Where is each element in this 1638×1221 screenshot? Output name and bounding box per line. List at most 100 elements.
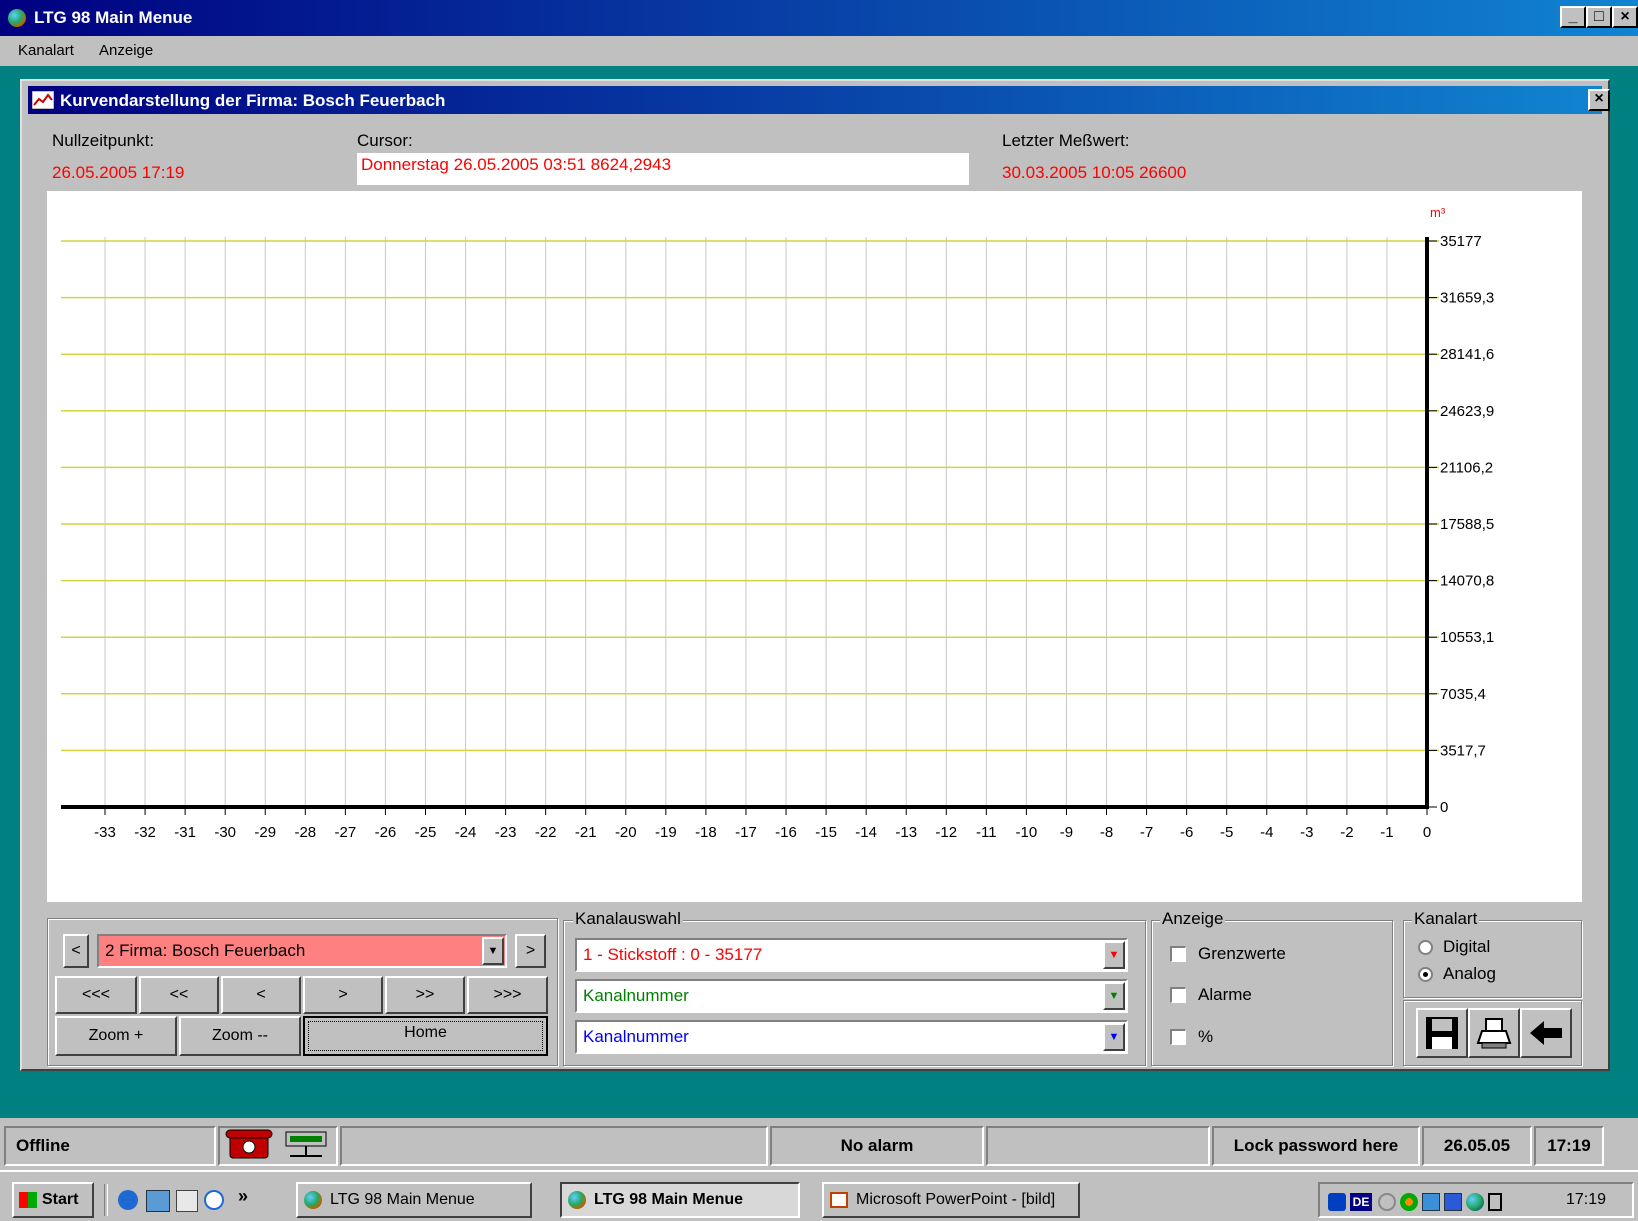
x-tick-label: -12 <box>935 824 957 841</box>
chevron-down-icon[interactable]: ▼ <box>1103 982 1125 1010</box>
x-tick-label: -28 <box>294 824 316 841</box>
maximize-button[interactable]: □ <box>1586 6 1612 28</box>
kanal1-value: 1 - Stickstoff : 0 - 35177 <box>583 945 763 964</box>
close-button[interactable]: × <box>1612 6 1638 28</box>
alarme-label: Alarme <box>1198 985 1252 1004</box>
minimize-button[interactable]: _ <box>1560 6 1586 28</box>
child-title-bar[interactable]: Kurvendarstellung der Firma: Bosch Feuer… <box>28 86 1610 114</box>
taskbar-ltg-2[interactable]: LTG 98 Main Menue <box>560 1182 800 1218</box>
back-button[interactable] <box>1520 1008 1572 1058</box>
x-tick-label: -25 <box>415 824 437 841</box>
x-tick-label: -22 <box>535 824 557 841</box>
media-player-icon[interactable] <box>204 1190 224 1210</box>
taskbar-ltg-2-label: LTG 98 Main Menue <box>594 1191 744 1208</box>
x-tick-label: -4 <box>1260 824 1273 841</box>
x-tick-label: -27 <box>335 824 357 841</box>
nav-forward-button[interactable]: > <box>303 976 383 1014</box>
start-label: Start <box>42 1191 79 1208</box>
zoom-out-button[interactable]: Zoom -- <box>179 1016 301 1056</box>
cursor-label: Cursor: <box>357 131 413 150</box>
app-title-bar[interactable]: LTG 98 Main Menue _ □ × <box>0 0 1638 36</box>
chart-svg: -33 -32 -31 -30 -29 -28 -27 -26 -25 -24 -23 -22 -21-… <box>61 205 1494 841</box>
status-no-alarm: No alarm <box>770 1126 984 1166</box>
child-close-button[interactable]: × <box>1588 89 1610 111</box>
chevron-down-icon[interactable]: ▼ <box>1103 941 1125 969</box>
cursor-value: Donnerstag 26.05.2005 03:51 8624,2943 <box>357 153 969 185</box>
status-date: 26.05.05 <box>1422 1126 1532 1166</box>
taskbar-powerpoint-label: Microsoft PowerPoint - [bild] <box>856 1191 1056 1208</box>
powerpoint-icon <box>830 1192 848 1208</box>
ltg-globe-icon <box>568 1191 586 1209</box>
tray-network-icon[interactable] <box>1378 1193 1396 1211</box>
chart-window-icon <box>32 91 54 109</box>
status-offline: Offline <box>4 1126 216 1166</box>
y-tick-label: 14070,8 <box>1440 573 1494 590</box>
tray-monitor-icon[interactable] <box>1444 1193 1462 1211</box>
windows-logo-icon <box>19 1192 37 1208</box>
ltg-globe-icon <box>304 1191 322 1209</box>
y-unit-label: m³ <box>1430 205 1446 220</box>
nav-first-button[interactable]: <<< <box>55 976 137 1014</box>
tray-globe-icon[interactable] <box>1466 1193 1484 1211</box>
taskbar-ltg-1[interactable]: LTG 98 Main Menue <box>296 1182 532 1218</box>
digital-radio[interactable] <box>1418 940 1433 955</box>
chevron-down-icon[interactable]: ▼ <box>1103 1023 1125 1051</box>
x-tick-label: -3 <box>1300 824 1313 841</box>
save-button[interactable] <box>1416 1008 1468 1058</box>
nav-back-fast-button[interactable]: << <box>139 976 219 1014</box>
nav-last-button[interactable]: >>> <box>467 976 548 1014</box>
kanal3-value: Kanalnummer <box>583 1027 689 1046</box>
arrow-left-icon <box>1530 1021 1562 1045</box>
menu-anzeige[interactable]: Anzeige <box>99 42 153 59</box>
status-time: 17:19 <box>1534 1126 1604 1166</box>
grenzwerte-checkbox[interactable] <box>1170 946 1186 962</box>
nav-forward-fast-button[interactable]: >> <box>385 976 465 1014</box>
firma-prev-button[interactable]: < <box>63 934 89 968</box>
x-tick-label: -16 <box>775 824 797 841</box>
tray-security-icon[interactable] <box>1328 1193 1346 1211</box>
x-tick-label: -7 <box>1140 824 1153 841</box>
x-tick-label: -8 <box>1100 824 1113 841</box>
y-tick-label: 31659,3 <box>1440 290 1494 307</box>
outlook-icon[interactable] <box>146 1190 170 1212</box>
kanal3-select[interactable]: Kanalnummer ▼ <box>575 1020 1128 1054</box>
grenzwerte-label: Grenzwerte <box>1198 944 1286 963</box>
chart-area[interactable]: -33 -32 -31 -30 -29 -28 -27 -26 -25 -24 -23 -22 -21-… <box>47 191 1582 902</box>
status-empty-2 <box>986 1126 1210 1166</box>
menu-kanalart[interactable]: Kanalart <box>18 42 74 59</box>
status-lock[interactable]: Lock password here <box>1212 1126 1420 1166</box>
floppy-disk-icon <box>1426 1017 1458 1049</box>
nav-back-button[interactable]: < <box>221 976 301 1014</box>
alarme-checkbox[interactable] <box>1170 987 1186 1003</box>
home-button[interactable]: Home <box>303 1016 548 1056</box>
zoom-in-button[interactable]: Zoom + <box>55 1016 177 1056</box>
chevron-down-icon[interactable]: ▼ <box>482 937 504 965</box>
prozent-checkbox[interactable] <box>1170 1029 1186 1045</box>
status-icon-group <box>225 1129 327 1159</box>
y-tick-label: 21106,2 <box>1440 459 1493 476</box>
x-tick-label: -17 <box>735 824 757 841</box>
taskbar-powerpoint[interactable]: Microsoft PowerPoint - [bild] <box>822 1182 1080 1218</box>
print-button[interactable] <box>1468 1008 1520 1058</box>
x-tick-label: -30 <box>214 824 236 841</box>
ie-icon[interactable] <box>118 1190 138 1210</box>
tray-device-icon[interactable] <box>1488 1193 1502 1211</box>
kanal1-select[interactable]: 1 - Stickstoff : 0 - 35177 ▼ <box>575 938 1128 972</box>
x-tick-label: -9 <box>1060 824 1073 841</box>
start-button[interactable]: Start <box>12 1182 94 1218</box>
x-tick-label: -15 <box>815 824 837 841</box>
tray-display-icon[interactable] <box>1422 1193 1440 1211</box>
desktop-icon[interactable] <box>176 1190 198 1212</box>
system-tray: DE 17:19 <box>1318 1182 1634 1218</box>
x-tick-label: -11 <box>976 824 997 841</box>
printer-icon <box>1476 1018 1512 1049</box>
kanal2-select[interactable]: Kanalnummer ▼ <box>575 979 1128 1013</box>
analog-radio[interactable] <box>1418 967 1433 982</box>
y-tick-label: 35177 <box>1440 233 1482 250</box>
firma-next-button[interactable]: > <box>515 934 546 968</box>
y-tick-label: 0 <box>1440 799 1448 816</box>
firma-select[interactable]: 2 Firma: Bosch Feuerbach ▼ <box>97 934 507 968</box>
quicklaunch-chevron[interactable]: » <box>238 1186 248 1207</box>
tray-language-icon[interactable]: DE <box>1350 1193 1372 1211</box>
tray-app-icon[interactable] <box>1400 1193 1418 1211</box>
